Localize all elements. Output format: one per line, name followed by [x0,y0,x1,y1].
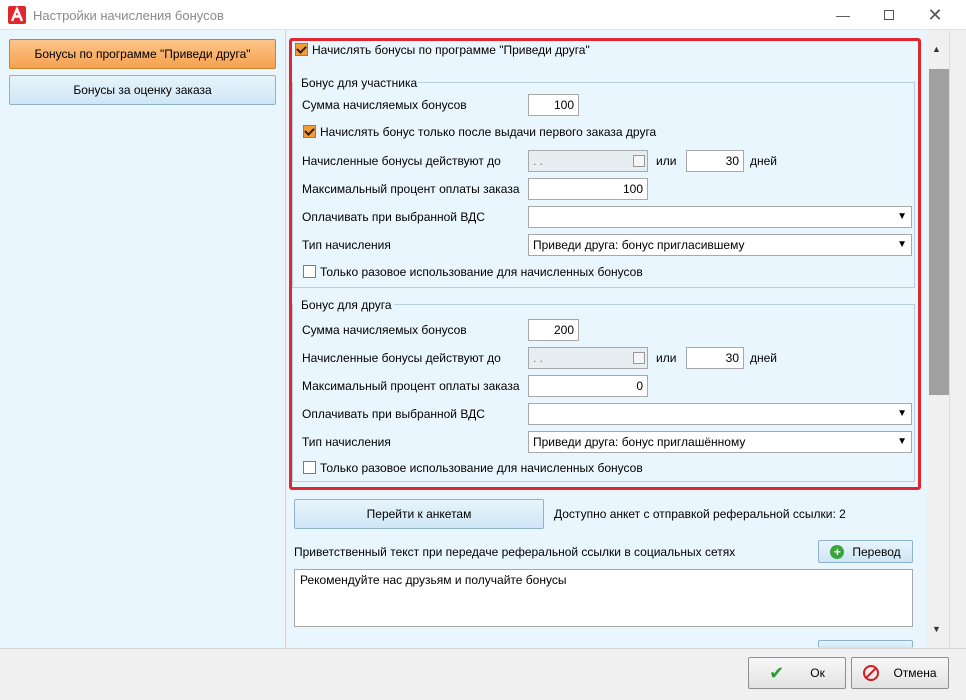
ok-label: Ок [810,666,825,680]
welcome-text-value: Рекомендуйте нас друзьям и получайте бон… [300,573,567,587]
maximize-icon [884,10,894,20]
translate-button-partial[interactable] [818,640,913,648]
plus-icon: + [830,544,845,559]
close-icon: ✕ [927,4,943,25]
highlight-frame [289,38,921,490]
maximize-button[interactable] [866,0,912,30]
window-edge [949,30,966,648]
close-button[interactable]: ✕ [912,0,958,30]
scroll-thumb[interactable] [929,69,949,395]
scroll-down-icon[interactable]: ▼ [932,624,941,634]
cancel-label: Отмена [893,666,937,680]
app-logo-icon [8,6,26,24]
nav-item-label: Бонусы за оценку заказа [73,83,212,97]
welcome-text-area[interactable]: Рекомендуйте нас друзьям и получайте бон… [294,569,913,627]
nav-order-rating-button[interactable]: Бонусы за оценку заказа [9,75,276,105]
ok-button[interactable]: ✔ Ок [748,657,846,689]
translate-button[interactable]: + Перевод [818,540,913,563]
vertical-scrollbar[interactable]: ▲ ▼ [927,30,949,648]
welcome-text-label: Приветственный текст при передаче рефера… [294,545,736,559]
scroll-up-icon[interactable]: ▲ [932,44,941,54]
cancel-icon [863,665,880,681]
minimize-button[interactable]: — [820,0,866,30]
minimize-icon: — [836,7,850,23]
nav-refer-friend-button[interactable]: Бонусы по программе "Приведи друга" [9,39,276,69]
goto-surveys-button[interactable]: Перейти к анкетам [294,499,544,529]
window-title: Настройки начисления бонусов [33,8,224,23]
settings-nav-panel: Бонусы по программе "Приведи друга" Бону… [0,30,286,648]
translate-label: Перевод [852,544,901,559]
checkmark-icon: ✔ [769,662,785,683]
cancel-button[interactable]: Отмена [851,657,949,689]
nav-item-label: Бонусы по программе "Приведи друга" [34,47,251,61]
goto-surveys-label: Перейти к анкетам [366,507,472,521]
title-bar: Настройки начисления бонусов — ✕ [0,0,966,30]
surveys-available-text: Доступно анкет с отправкой реферальной с… [554,507,846,521]
